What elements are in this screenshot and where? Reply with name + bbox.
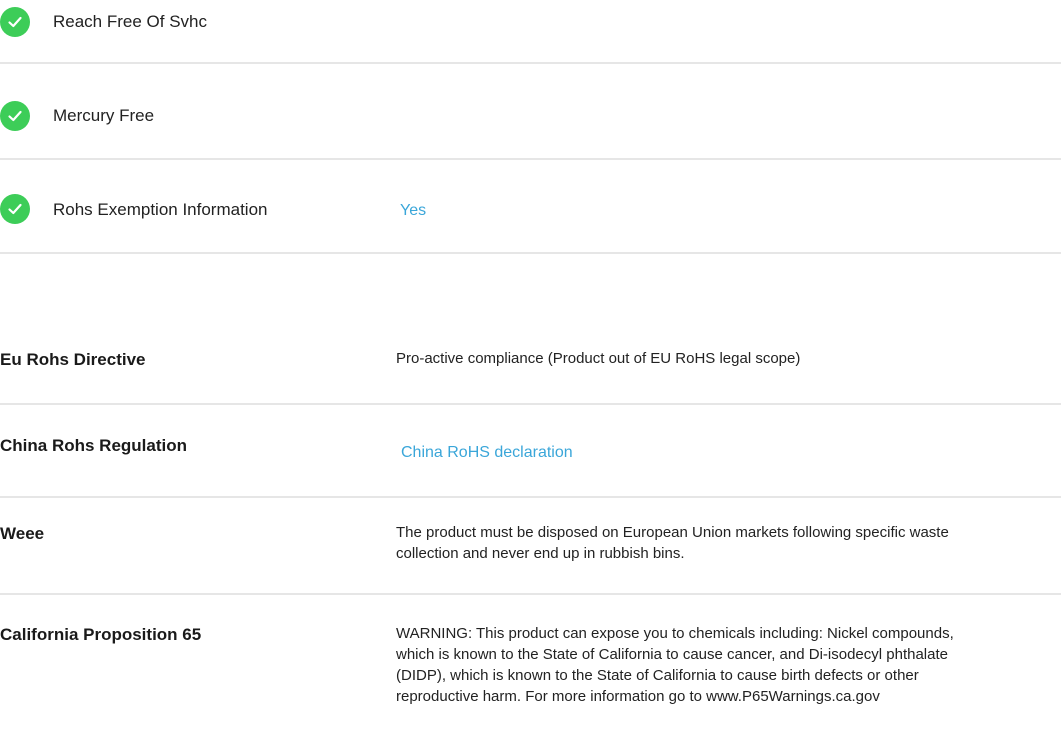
check-label-mercury: Mercury Free	[53, 106, 155, 125]
row-divider	[0, 62, 1061, 64]
check-circle-icon	[0, 101, 30, 131]
check-row-mercury: Mercury Free	[0, 66, 1061, 160]
rohs-exemption-yes-link[interactable]: Yes	[400, 201, 426, 221]
attr-value-prop65: WARNING: This product can expose you to …	[396, 623, 1061, 707]
check-row-rohs-exemption: Rohs Exemption Information Yes	[0, 160, 1061, 254]
check-circle-icon	[0, 194, 30, 224]
attr-key-eu-rohs: Eu Rohs Directive	[0, 350, 146, 369]
check-row-reach: Reach Free Of Svhc	[0, 0, 1061, 64]
check-circle-icon	[0, 7, 30, 37]
environmental-compliance-panel: Reach Free Of Svhc Mercury Free Rohs Exe…	[0, 0, 1061, 738]
prop65-text-line: WARNING: This product can expose you to …	[396, 625, 954, 642]
attr-row-prop65: California Proposition 65 WARNING: This …	[0, 595, 1061, 738]
prop65-text-line: which is known to the State of Californi…	[396, 646, 948, 663]
attr-row-eu-rohs: Eu Rohs Directive Pro-active compliance …	[0, 310, 1061, 405]
attr-row-china-rohs: China Rohs Regulation China RoHS declara…	[0, 405, 1061, 498]
attr-key-china-rohs: China Rohs Regulation	[0, 436, 187, 455]
prop65-text-line: (DIDP), which is known to the State of C…	[396, 667, 919, 684]
attr-row-weee: Weee The product must be disposed on Eur…	[0, 498, 1061, 595]
attr-key-weee: Weee	[0, 524, 45, 543]
weee-text-line: collection and never end up in rubbish b…	[396, 545, 685, 562]
china-rohs-declaration-link[interactable]: China RoHS declaration	[401, 443, 573, 463]
prop65-text-line: reproductive harm. For more information …	[396, 688, 880, 705]
row-divider	[0, 252, 1061, 254]
attr-key-prop65: California Proposition 65	[0, 625, 202, 644]
attr-value-weee: The product must be disposed on European…	[396, 522, 1061, 564]
check-label-rohs-exemption: Rohs Exemption Information	[53, 200, 268, 219]
weee-text-line: The product must be disposed on European…	[396, 524, 949, 541]
check-label-reach: Reach Free Of Svhc	[53, 12, 208, 31]
attr-value-eu-rohs: Pro-active compliance (Product out of EU…	[396, 350, 801, 367]
